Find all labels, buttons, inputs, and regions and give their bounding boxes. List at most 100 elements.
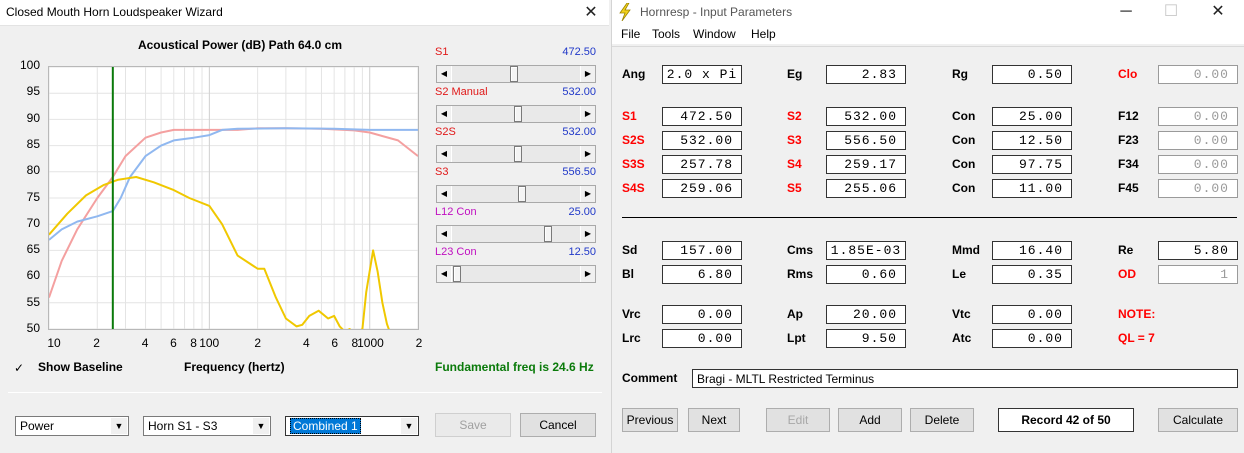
segment-field[interactable]: 12.50 (992, 131, 1072, 150)
parameter-slider[interactable]: ◀ ▶ (436, 185, 596, 203)
arrow-left-icon[interactable]: ◀ (437, 146, 451, 162)
sd-label: Sd (622, 243, 638, 257)
arrow-left-icon[interactable]: ◀ (437, 266, 451, 282)
slider-thumb[interactable] (453, 266, 462, 282)
parameter-slider[interactable]: ◀ ▶ (436, 145, 596, 163)
vrc-field[interactable]: 0.00 (662, 305, 742, 324)
y-tick-label: 70 (26, 215, 40, 230)
segment-field[interactable]: 532.00 (826, 107, 906, 126)
slider-value: 532.00 (562, 86, 596, 98)
vtc-label: Vtc (952, 307, 971, 321)
delete-button[interactable]: Delete (910, 408, 974, 432)
ang-field[interactable]: 2.0 x Pi (662, 65, 742, 84)
segment-field[interactable]: 259.06 (662, 179, 742, 198)
segment-field[interactable]: 255.06 (826, 179, 906, 198)
segment-field[interactable]: 97.75 (992, 155, 1072, 174)
mmd-field[interactable]: 16.40 (992, 241, 1072, 260)
arrow-left-icon[interactable]: ◀ (437, 186, 451, 202)
re-field[interactable]: 5.80 (1158, 241, 1238, 260)
lpt-field[interactable]: 9.50 (826, 329, 906, 348)
section-divider (622, 217, 1237, 218)
parameter-slider[interactable]: ◀ ▶ (436, 265, 596, 283)
le-field[interactable]: 0.35 (992, 265, 1072, 284)
menu-window[interactable]: Window (693, 27, 736, 41)
bl-field[interactable]: 6.80 (662, 265, 742, 284)
power-select[interactable]: Power ▼ (15, 416, 129, 436)
atc-field[interactable]: 0.00 (992, 329, 1072, 348)
rms-label: Rms (787, 267, 814, 281)
arrow-left-icon[interactable]: ◀ (437, 106, 451, 122)
minimize-icon[interactable]: ─ (1115, 1, 1137, 23)
rms-field[interactable]: 0.60 (826, 265, 906, 284)
segment-field[interactable]: 257.78 (662, 155, 742, 174)
segment-label: S4 (787, 157, 802, 171)
comment-field[interactable]: Bragi - MLTL Restricted Terminus (692, 369, 1238, 388)
next-button[interactable]: Next (688, 408, 740, 432)
rg-field[interactable]: 0.50 (992, 65, 1072, 84)
slider-thumb[interactable] (514, 106, 523, 122)
show-baseline-checkbox[interactable]: ✓ (14, 361, 24, 375)
parameter-slider[interactable]: ◀ ▶ (436, 65, 596, 83)
x-axis-title: Frequency (hertz) (184, 360, 285, 374)
close-icon[interactable]: ✕ (1207, 1, 1229, 23)
slider-thumb[interactable] (518, 186, 527, 202)
segment-field[interactable]: 0.00 (1158, 131, 1238, 150)
slider-thumb[interactable] (509, 66, 518, 82)
ap-label: Ap (787, 307, 803, 321)
combined-select-value: Combined 1 (290, 418, 361, 434)
segment-field[interactable]: 0.00 (1158, 107, 1238, 126)
chevron-down-icon: ▼ (111, 418, 127, 434)
segment-field[interactable]: 25.00 (992, 107, 1072, 126)
segment-field[interactable]: 532.00 (662, 131, 742, 150)
clo-field[interactable]: 0.00 (1158, 65, 1238, 84)
segment-label: S4S (622, 181, 645, 195)
arrow-left-icon[interactable]: ◀ (437, 66, 451, 82)
wizard-title: Closed Mouth Horn Loudspeaker Wizard (6, 5, 223, 19)
series-line-3 (48, 176, 392, 336)
segment-label: S2S (622, 133, 645, 147)
arrow-right-icon[interactable]: ▶ (581, 66, 595, 82)
edit-button[interactable]: Edit (766, 408, 830, 432)
previous-button[interactable]: Previous (622, 408, 678, 432)
arrow-right-icon[interactable]: ▶ (581, 226, 595, 242)
lrc-field[interactable]: 0.00 (662, 329, 742, 348)
cancel-button[interactable]: Cancel (520, 413, 596, 437)
parameter-slider[interactable]: ◀ ▶ (436, 105, 596, 123)
slider-thumb[interactable] (514, 146, 523, 162)
arrow-right-icon[interactable]: ▶ (581, 186, 595, 202)
horn-select[interactable]: Horn S1 - S3 ▼ (143, 416, 271, 436)
segment-field[interactable]: 11.00 (992, 179, 1072, 198)
wizard-title-bar: Closed Mouth Horn Loudspeaker Wizard ✕ (0, 0, 609, 26)
arrow-right-icon[interactable]: ▶ (581, 266, 595, 282)
sd-field[interactable]: 157.00 (662, 241, 742, 260)
ap-field[interactable]: 20.00 (826, 305, 906, 324)
od-field[interactable]: 1 (1158, 265, 1238, 284)
segment-field[interactable]: 556.50 (826, 131, 906, 150)
eg-field[interactable]: 2.83 (826, 65, 906, 84)
vtc-field[interactable]: 0.00 (992, 305, 1072, 324)
add-button[interactable]: Add (838, 408, 902, 432)
arrow-right-icon[interactable]: ▶ (581, 146, 595, 162)
segment-field[interactable]: 0.00 (1158, 179, 1238, 198)
slider-value: 12.50 (568, 246, 596, 258)
cms-field[interactable]: 1.85E-03 (826, 241, 906, 260)
segment-field[interactable]: 0.00 (1158, 155, 1238, 174)
menu-tools[interactable]: Tools (652, 27, 680, 41)
arrow-right-icon[interactable]: ▶ (581, 106, 595, 122)
slider-thumb[interactable] (543, 226, 552, 242)
maximize-icon[interactable]: ☐ (1160, 1, 1182, 23)
menu-file[interactable]: File (621, 27, 640, 41)
segment-field[interactable]: 259.17 (826, 155, 906, 174)
segment-label: Con (952, 181, 976, 195)
atc-label: Atc (952, 331, 972, 345)
hornresp-title-bar: Hornresp - Input Parameters ─ ☐ ✕ (612, 0, 1244, 24)
save-button[interactable]: Save (435, 413, 511, 437)
segment-field[interactable]: 472.50 (662, 107, 742, 126)
parameter-slider[interactable]: ◀ ▶ (436, 225, 596, 243)
menu-help[interactable]: Help (751, 27, 776, 41)
arrow-left-icon[interactable]: ◀ (437, 226, 451, 242)
power-chart-svg (48, 66, 419, 336)
wizard-close-icon[interactable]: ✕ (580, 2, 602, 24)
combined-select[interactable]: Combined 1 ▼ (285, 416, 419, 436)
calculate-button[interactable]: Calculate (1158, 408, 1238, 432)
